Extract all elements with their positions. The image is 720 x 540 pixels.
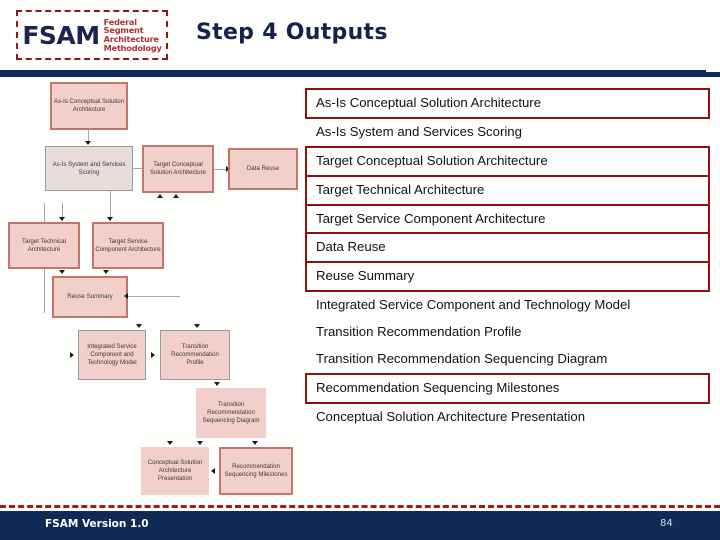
diagram-node-label: Target Service Component Architecture bbox=[95, 237, 161, 253]
footer-page-number: 84 bbox=[660, 518, 673, 529]
output-item-as-is-conceptual-solution-architecture[interactable]: As-Is Conceptual Solution Architecture bbox=[305, 88, 710, 119]
diagram-node-target-service-component-architecture[interactable]: Target Service Component Architecture bbox=[92, 222, 164, 269]
diagram-node-label: As-Is Conceptual Solution Architecture bbox=[53, 98, 125, 113]
connector-arrow bbox=[197, 441, 203, 445]
diagram-node-target-technical-architecture[interactable]: Target Technical Architecture bbox=[8, 222, 80, 269]
header-divider bbox=[0, 70, 706, 77]
diagram-node-transition-recommendation-profile[interactable]: Transition Recommendation Profile bbox=[160, 330, 230, 380]
connector-arrow bbox=[107, 217, 113, 221]
diagram-node-reuse-summary[interactable]: Reuse Summary bbox=[52, 276, 128, 318]
output-item-as-is-system-and-services-scoring[interactable]: As-Is System and Services Scoring bbox=[305, 119, 710, 146]
fsam-logo-wordmark: Federal Segment Architecture Methodology bbox=[103, 17, 162, 53]
slide: FSAM Federal Segment Architecture Method… bbox=[0, 0, 720, 540]
fsam-logo-acronym: FSAM bbox=[22, 20, 100, 50]
connector-arrow bbox=[103, 270, 109, 274]
diagram-node-conceptual-solution-architecture-presentation[interactable]: Conceptual Solution Architecture Present… bbox=[141, 447, 209, 495]
fsam-logo: FSAM Federal Segment Architecture Method… bbox=[16, 10, 168, 60]
diagram-node-label: Transition Recommendation Profile bbox=[171, 343, 219, 366]
connector-line bbox=[128, 296, 180, 297]
connector-arrow bbox=[157, 194, 163, 198]
diagram-node-label: Data Reuse bbox=[246, 165, 280, 173]
header-divider-tail bbox=[706, 72, 720, 77]
diagram-node-label: Conceptual Solution Architecture Present… bbox=[147, 459, 203, 482]
step-4-outputs-diagram: As-Is Conceptual Solution Architecture A… bbox=[0, 78, 310, 503]
connector-arrow bbox=[252, 441, 258, 445]
connector-arrow bbox=[59, 270, 65, 274]
diagram-node-label: Transition Recommendation Sequencing Dia… bbox=[202, 401, 260, 424]
connector-arrow bbox=[85, 141, 91, 145]
fsam-logo-inner: FSAM Federal Segment Architecture Method… bbox=[19, 17, 164, 53]
page-title: Step 4 Outputs bbox=[196, 20, 388, 45]
connector-arrow bbox=[167, 441, 173, 445]
output-item-target-technical-architecture[interactable]: Target Technical Architecture bbox=[305, 175, 710, 205]
connector-arrow bbox=[124, 293, 128, 299]
footer-dashed-divider bbox=[0, 505, 720, 508]
output-item-reuse-summary[interactable]: Reuse Summary bbox=[305, 262, 710, 293]
connector-arrow bbox=[136, 324, 142, 328]
diagram-node-label: Reuse Summary bbox=[67, 293, 113, 301]
diagram-node-label: Target Technical Architecture bbox=[22, 237, 66, 253]
output-item-transition-recommendation-sequencing-diagram[interactable]: Transition Recommendation Sequencing Dia… bbox=[305, 346, 710, 373]
diagram-node-integrated-service-component-and-technology-model[interactable]: Integrated Service Component and Technol… bbox=[78, 330, 146, 380]
footer-version-label: FSAM Version 1.0 bbox=[45, 518, 149, 530]
diagram-node-target-conceptual-solution-architecture[interactable]: Target Conceptual Solution Architecture bbox=[142, 145, 214, 193]
output-item-data-reuse[interactable]: Data Reuse bbox=[305, 233, 710, 263]
connector-arrow bbox=[70, 352, 74, 358]
diagram-node-label: Integrated Service Component and Technol… bbox=[87, 343, 137, 366]
connector-arrow bbox=[151, 352, 155, 358]
connector-arrow bbox=[59, 217, 65, 221]
output-item-conceptual-solution-architecture-presentation[interactable]: Conceptual Solution Architecture Present… bbox=[305, 404, 710, 431]
output-item-target-conceptual-solution-architecture[interactable]: Target Conceptual Solution Architecture bbox=[305, 145, 710, 176]
diagram-node-data-reuse[interactable]: Data Reuse bbox=[228, 148, 298, 190]
outputs-list: As-Is Conceptual Solution Architecture A… bbox=[305, 88, 710, 431]
diagram-node-recommendation-sequencing-milestones[interactable]: Recommendation Sequencing Milestones bbox=[219, 447, 293, 495]
output-item-recommendation-sequencing-milestones[interactable]: Recommendation Sequencing Milestones bbox=[305, 372, 710, 404]
output-item-integrated-service-component-and-technology-model[interactable]: Integrated Service Component and Technol… bbox=[305, 292, 710, 319]
output-item-target-service-component-architecture[interactable]: Target Service Component Architecture bbox=[305, 204, 710, 234]
connector-arrow bbox=[211, 468, 215, 474]
connector-arrow bbox=[173, 194, 179, 198]
connector-arrow bbox=[214, 382, 220, 386]
output-item-transition-recommendation-profile[interactable]: Transition Recommendation Profile bbox=[305, 319, 710, 346]
diagram-node-as-is-system-and-services-scoring[interactable]: As-Is System and Services Scoring bbox=[45, 146, 133, 191]
diagram-node-label: Target Conceptual Solution Architecture bbox=[150, 161, 206, 176]
fsam-logo-line-4: Methodology bbox=[103, 42, 162, 53]
connector-arrow bbox=[194, 324, 200, 328]
diagram-node-transition-recommendation-sequencing-diagram[interactable]: Transition Recommendation Sequencing Dia… bbox=[196, 388, 266, 438]
diagram-node-label: As-Is System and Services Scoring bbox=[52, 160, 126, 176]
diagram-node-label: Recommendation Sequencing Milestones bbox=[224, 463, 288, 478]
diagram-node-as-is-conceptual-solution-architecture[interactable]: As-Is Conceptual Solution Architecture bbox=[50, 82, 128, 130]
